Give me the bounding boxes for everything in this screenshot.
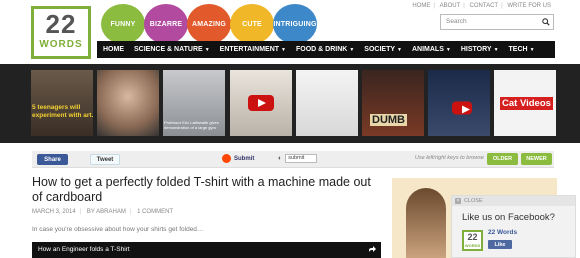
popup-page-name[interactable]: 22 Words (488, 229, 517, 236)
carousel-thumb-cat-videos[interactable]: Cat Videos (494, 70, 556, 136)
stumbleupon-submit-button[interactable]: ◐ submit (278, 154, 318, 163)
thumb-dumb-text: DUMB (370, 114, 407, 126)
reddit-icon (222, 154, 231, 163)
thumb-cat-videos-text: Cat Videos (500, 97, 553, 110)
top-link-contact[interactable]: CONTACT (470, 3, 499, 9)
newer-button[interactable]: NEWER (521, 153, 552, 165)
nav-item-tech[interactable]: TECH ▼ (509, 46, 535, 53)
nav-item-food-drink[interactable]: FOOD & DRINK ▼ (296, 46, 354, 53)
play-icon[interactable] (248, 95, 274, 111)
facebook-like-popup: × CLOSE Like us on Facebook? 22 WORDS 22 … (451, 195, 576, 258)
top-link-write-for-us[interactable]: WRITE FOR US (507, 3, 551, 9)
carousel-thumb-gyro[interactable]: Professor Eric Laithwaite gives demonstr… (163, 70, 225, 136)
thumb-gyro-caption: Professor Eric Laithwaite gives demonstr… (164, 120, 219, 130)
nav-item-home[interactable]: HOME (103, 46, 124, 53)
popup-close-button[interactable]: × CLOSE (452, 196, 575, 206)
logo-word: WORDS (39, 39, 83, 50)
search-placeholder: Search (446, 18, 467, 25)
chevron-down-icon: ▼ (493, 47, 499, 53)
thumb-teenagers-text: 5 teenagers will experiment with art. (32, 104, 93, 119)
nav-item-history[interactable]: HISTORY ▼ (461, 46, 499, 53)
facebook-like-button[interactable]: Like (488, 240, 512, 249)
nav-item-entertainment[interactable]: ENTERTAINMENT ▼ (220, 46, 286, 53)
chevron-down-icon: ▼ (349, 47, 355, 53)
play-icon[interactable] (452, 101, 473, 115)
popup-heading: Like us on Facebook? (462, 212, 555, 223)
carousel-thumb-face[interactable] (97, 70, 159, 136)
article-date: MARCH 3, 2014 (32, 209, 76, 215)
carousel-thumb-teenagers[interactable]: 5 teenagers will experiment with art. (31, 70, 93, 136)
reddit-submit-button[interactable]: Submit (222, 154, 254, 163)
article-meta: MARCH 3, 2014 | BY ABRAHAM | 1 COMMENT (32, 209, 174, 215)
search-icon[interactable] (542, 18, 550, 26)
chevron-down-icon: ▼ (397, 47, 402, 53)
category-amazing[interactable]: AMAZING (187, 4, 231, 44)
close-icon[interactable]: × (455, 198, 461, 204)
tweet-button[interactable]: Tweet (90, 154, 120, 165)
search-input[interactable]: Search (440, 14, 554, 30)
video-player[interactable]: How an Engineer folds a T-Shirt (32, 242, 381, 258)
carousel-thumb-dumb[interactable]: DUMB (362, 70, 424, 136)
category-bizarre[interactable]: BIZARRE (144, 4, 188, 44)
older-button[interactable]: OLDER (487, 153, 518, 165)
article-author[interactable]: BY ABRAHAM (87, 209, 126, 215)
top-links: HOME | ABOUT | CONTACT | WRITE FOR US (412, 3, 551, 9)
video-title[interactable]: How an Engineer folds a T-Shirt (38, 246, 130, 253)
facebook-share-button[interactable]: Share (37, 154, 68, 165)
carousel-thumb-video[interactable] (230, 70, 292, 136)
featured-carousel: 5 teenagers will experiment with art. Pr… (0, 64, 580, 143)
page: 22 WORDS FUNNY BIZARRE AMAZING CUTE INTR… (0, 0, 580, 258)
main-nav: HOME SCIENCE & NATURE ▼ ENTERTAINMENT ▼ FO… (97, 41, 555, 58)
top-link-about[interactable]: ABOUT (440, 3, 461, 9)
top-link-home[interactable]: HOME (412, 3, 430, 9)
popup-logo: 22 WORDS (462, 230, 483, 251)
category-cute[interactable]: CUTE (230, 4, 274, 44)
keyboard-hint: Use left/right keys to browse (414, 155, 484, 161)
article-excerpt: In case you're obsessive about how your … (32, 226, 204, 233)
article-comments[interactable]: 1 COMMENT (137, 209, 173, 215)
logo-number: 22 (45, 9, 77, 39)
chevron-down-icon: ▼ (529, 47, 535, 53)
ad-person-image (406, 188, 446, 258)
share-icon[interactable] (367, 245, 377, 255)
chevron-down-icon: ▼ (281, 47, 286, 53)
nav-item-science-nature[interactable]: SCIENCE & NATURE ▼ (134, 46, 210, 53)
carousel-thumb-runner[interactable] (296, 70, 358, 136)
category-funny[interactable]: FUNNY (101, 4, 145, 44)
carousel-thumb-speaker[interactable] (428, 70, 490, 136)
article-title: How to get a perfectly folded T-shirt wi… (32, 175, 371, 204)
site-logo[interactable]: 22 WORDS (31, 6, 91, 59)
stumbleupon-icon: ◐ (278, 155, 283, 162)
nav-item-society[interactable]: SOCIETY ▼ (364, 46, 402, 53)
nav-item-animals[interactable]: ANIMALS ▼ (412, 46, 451, 53)
chevron-down-icon: ▼ (445, 47, 451, 53)
category-intriguing[interactable]: INTRIGUING (273, 4, 317, 44)
share-bar: Share Tweet Submit ◐ submit Use left/rig… (32, 151, 554, 168)
chevron-down-icon: ▼ (204, 47, 210, 53)
